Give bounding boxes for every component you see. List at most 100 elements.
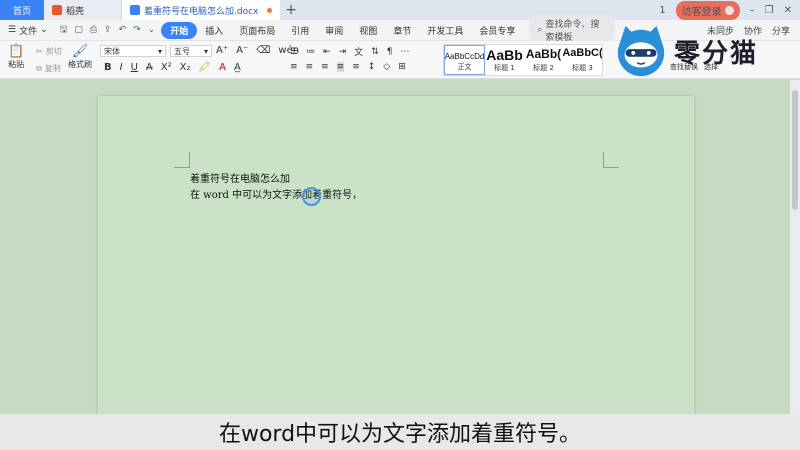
document-body-line[interactable]: 在 word 中可以为文字添加着重符号， (190, 186, 362, 201)
align-center-icon[interactable]: ≡ (306, 62, 314, 72)
clear-format-icon[interactable]: ⌫ (256, 45, 270, 56)
outdent-icon[interactable]: ⇤ (323, 47, 331, 57)
docer-icon (52, 5, 62, 15)
justify-icon[interactable]: ≡ (336, 62, 345, 72)
style-heading3[interactable]: AaBbC( 标题 3 (563, 45, 602, 75)
vertical-scrollbar[interactable] (790, 80, 800, 450)
window-controls: 1 访客登录 – ❐ ✕ (659, 0, 800, 20)
tab-view[interactable]: 视图 (351, 24, 385, 37)
distribute-icon[interactable]: ≡ (352, 62, 360, 72)
borders-icon[interactable]: ⊞ (398, 62, 406, 72)
font-color-icon[interactable]: A (219, 62, 226, 73)
document-title-line[interactable]: 着重符号在电脑怎么加 (190, 170, 290, 185)
save-icon[interactable]: 🖫 (60, 22, 68, 38)
redo-icon[interactable]: ↷ (133, 25, 141, 35)
highlight-icon[interactable]: 🖍 (198, 62, 211, 73)
tab-insert[interactable]: 插入 (197, 24, 231, 37)
grow-font-icon[interactable]: A⁺ (216, 45, 228, 56)
tab-start[interactable]: 开始 (161, 21, 198, 39)
font-name-value: 宋体 (104, 46, 120, 56)
bold-icon[interactable]: B (104, 62, 112, 73)
avatar-icon (724, 5, 734, 15)
unsaved-dot-icon[interactable] (267, 7, 272, 13)
font-name-select[interactable]: 宋体 ▾ (100, 45, 166, 57)
style-preview: AaBb (486, 47, 523, 63)
font-size-select[interactable]: 五号 ▾ (170, 45, 212, 57)
char-border-icon[interactable]: A̲ (234, 62, 241, 73)
underline-icon[interactable]: U (131, 62, 138, 73)
superscript-icon[interactable]: X² (161, 62, 172, 73)
file-menu-label: 文件 (19, 26, 38, 37)
tab-developer[interactable]: 开发工具 (419, 24, 471, 37)
more-icon[interactable]: ⋯ (400, 47, 409, 57)
more-chevron-icon[interactable]: ⌄ (148, 25, 156, 35)
tab-docer[interactable]: 稻壳 (44, 0, 122, 20)
tab-section[interactable]: 章节 (385, 24, 419, 37)
margin-marker-top-left (174, 152, 190, 168)
login-label: 访客登录 (681, 6, 722, 18)
strikethrough-icon[interactable]: A̶ (146, 62, 153, 73)
cat-mascot-icon (617, 25, 665, 77)
logo-text: 零分猫 (674, 38, 759, 69)
line-spacing-icon[interactable]: ↕ (368, 62, 376, 72)
sort-icon[interactable]: ⇅ (371, 47, 379, 57)
paste-button[interactable]: 📋 粘贴 (8, 45, 24, 70)
bullet-list-icon[interactable]: ☰ (290, 47, 298, 57)
print-icon[interactable]: ⎙ (90, 25, 97, 35)
close-button[interactable]: ✕ (784, 5, 792, 16)
tab-document-label: 着重符号在电脑怎么加.docx (144, 6, 259, 17)
style-name: 标题 3 (572, 64, 593, 72)
style-name: 标题 2 (533, 64, 554, 72)
login-button[interactable]: 访客登录 (675, 0, 740, 20)
cut-button[interactable]: ✂ 剪切 (36, 46, 62, 57)
new-tab-button[interactable]: + (280, 0, 302, 20)
tab-member[interactable]: 会员专享 (471, 24, 523, 37)
subtitle-band: 在word中可以为文字添加着重符号。 (0, 414, 800, 450)
minimize-button[interactable]: – (750, 5, 755, 16)
format-painter-button[interactable]: 🖌 格式刷 (68, 45, 92, 70)
tab-review[interactable]: 审阅 (317, 24, 351, 37)
shrink-font-icon[interactable]: A⁻ (236, 45, 248, 56)
page-count-icon[interactable]: 1 (659, 5, 665, 16)
chinese-layout-icon[interactable]: 文 (354, 45, 363, 58)
tab-document[interactable]: 着重符号在电脑怎么加.docx (122, 0, 280, 20)
file-menu[interactable]: ☰ 文件 ⌄ (0, 24, 54, 37)
tab-page-layout[interactable]: 页面布局 (231, 24, 283, 37)
numbered-list-icon[interactable]: ≔ (306, 47, 315, 57)
scrollbar-thumb[interactable] (792, 90, 798, 210)
text-format-tools: B I U A̶ X² X₂ 🖍 A A̲ (104, 62, 241, 73)
tab-docer-label: 稻壳 (66, 6, 85, 17)
format-painter-label: 格式刷 (68, 60, 92, 69)
align-right-icon[interactable]: ≡ (321, 62, 329, 72)
show-marks-icon[interactable]: ¶ (387, 47, 393, 57)
style-name: 正文 (457, 63, 472, 71)
italic-icon[interactable]: I (120, 62, 123, 73)
restore-button[interactable]: ❐ (765, 5, 774, 16)
undo-icon[interactable]: ↶ (119, 25, 127, 35)
align-left-icon[interactable]: ≡ (290, 62, 298, 72)
shading-icon[interactable]: ◇ (383, 62, 390, 72)
tab-references[interactable]: 引用 (283, 24, 317, 37)
list-tools: ☰ ≔ ⇤ ⇥ 文 ⇅ ¶ ⋯ (290, 45, 409, 59)
subscript-icon[interactable]: X₂ (180, 62, 191, 73)
style-preview: AaBbCcDd (444, 52, 485, 61)
style-heading2[interactable]: AaBb( 标题 2 (524, 45, 563, 75)
scissors-icon: ✂ (36, 47, 43, 56)
copy-label: 复制 (44, 64, 61, 73)
style-preview: AaBb( (525, 47, 562, 61)
copy-button[interactable]: ⧉ 复制 (36, 63, 61, 74)
hamburger-icon: ☰ (8, 25, 17, 35)
font-size-tools: A⁺ A⁻ ⌫ wén (216, 45, 299, 56)
indent-icon[interactable]: ⇥ (339, 47, 347, 57)
tab-home[interactable]: 首页 (0, 0, 44, 20)
style-heading1[interactable]: AaBb 标题 1 (485, 45, 524, 75)
style-normal[interactable]: AaBbCcDd 正文 (444, 45, 485, 75)
export-icon[interactable]: ⇪ (104, 25, 112, 35)
document-page[interactable] (98, 96, 694, 426)
mouse-cursor-highlight (302, 187, 321, 206)
margin-marker-top-right (603, 152, 619, 168)
font-size-value: 五号 (174, 46, 190, 56)
print-preview-icon[interactable]: ▢ (74, 25, 83, 35)
search-input[interactable]: 查找命令、搜索模板 (545, 17, 607, 43)
clipboard-icon: 📋 (8, 44, 25, 59)
